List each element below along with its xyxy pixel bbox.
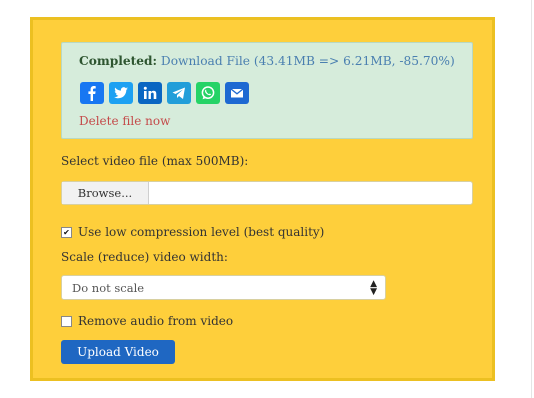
- twitter-share-button[interactable]: [109, 82, 133, 104]
- low-compression-option[interactable]: ✔ Use low compression level (best qualit…: [61, 225, 324, 239]
- delete-file-link[interactable]: Delete file now: [79, 114, 170, 128]
- video-file-input[interactable]: Browse...: [61, 181, 473, 205]
- email-icon: [230, 88, 244, 98]
- scale-label: Scale (reduce) video width:: [61, 250, 228, 264]
- completed-line: Completed: Download File (43.41MB => 6.2…: [79, 54, 455, 68]
- download-file-link[interactable]: Download File (43.41MB => 6.21MB, -85.70…: [161, 54, 455, 68]
- low-compression-label: Use low compression level (best quality): [78, 225, 325, 239]
- email-share-button[interactable]: [225, 82, 249, 104]
- whatsapp-share-button[interactable]: [196, 82, 220, 104]
- whatsapp-icon: [201, 86, 215, 100]
- scale-select[interactable]: Do not scale ▲ ▼: [61, 275, 386, 300]
- linkedin-share-button[interactable]: [138, 82, 162, 104]
- page-edge: [531, 0, 532, 398]
- telegram-share-button[interactable]: [167, 82, 191, 104]
- scale-select-value: Do not scale: [72, 281, 145, 295]
- browse-button[interactable]: Browse...: [62, 182, 149, 204]
- remove-audio-checkbox[interactable]: [61, 315, 72, 327]
- remove-audio-option[interactable]: Remove audio from video: [61, 314, 233, 328]
- upload-video-button[interactable]: Upload Video: [61, 340, 175, 364]
- share-buttons: [80, 82, 249, 104]
- select-arrows-icon: ▲ ▼: [370, 279, 377, 297]
- telegram-icon: [172, 87, 185, 99]
- facebook-icon: [88, 86, 96, 101]
- completed-label: Completed:: [79, 54, 158, 68]
- remove-audio-label: Remove audio from video: [78, 314, 234, 328]
- twitter-icon: [114, 87, 128, 99]
- facebook-share-button[interactable]: [80, 82, 104, 104]
- linkedin-icon: [143, 86, 157, 99]
- low-compression-checkbox[interactable]: ✔: [61, 226, 72, 238]
- result-box: Completed: Download File (43.41MB => 6.2…: [61, 42, 473, 139]
- select-file-label: Select video file (max 500MB):: [61, 154, 249, 168]
- video-compressor-panel: Completed: Download File (43.41MB => 6.2…: [30, 17, 495, 381]
